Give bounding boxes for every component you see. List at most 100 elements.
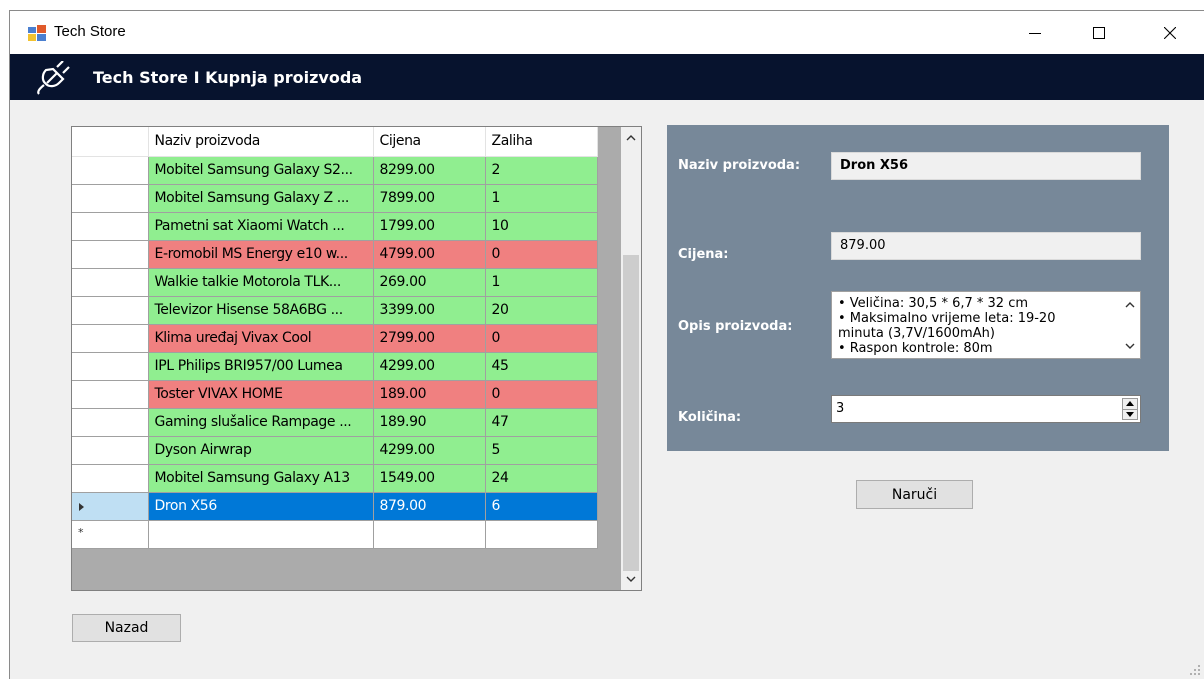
maximize-button[interactable] [1076,11,1122,54]
cell-price[interactable]: 8299.00 [373,156,486,185]
cell-price[interactable]: 2799.00 [373,324,486,353]
page-title: Tech Store I Kupnja proizvoda [93,68,363,87]
back-button[interactable]: Nazad [72,614,181,642]
close-button[interactable] [1147,11,1193,54]
cell-price[interactable]: 3399.00 [373,296,486,325]
row-header[interactable] [72,324,149,353]
row-header[interactable] [72,268,149,297]
cell-name[interactable]: Pametni sat Xiaomi Watch ... [148,212,374,241]
row-header[interactable]: * [72,520,149,549]
table-row[interactable]: Mobitel Samsung Galaxy A13 1549.00 24 [72,464,598,493]
scroll-thumb[interactable] [623,255,639,571]
table-row[interactable]: Pametni sat Xiaomi Watch ... 1799.00 10 [72,212,598,241]
quantity-stepper[interactable]: 3 [831,395,1141,423]
cell-price[interactable]: 879.00 [373,492,486,521]
cell-stock[interactable]: 0 [485,380,598,409]
new-row[interactable]: * [72,520,598,549]
price-field[interactable]: 879.00 [831,232,1141,260]
cell-price[interactable]: 7899.00 [373,184,486,213]
table-row[interactable]: Toster VIVAX HOME 189.00 0 [72,380,598,409]
table-row[interactable]: E-romobil MS Energy e10 w... 4799.00 0 [72,240,598,269]
maximize-icon [1093,26,1105,39]
cell-stock[interactable]: 1 [485,268,598,297]
row-header[interactable] [72,212,149,241]
cell-name[interactable]: Mobitel Samsung Galaxy A13 [148,464,374,493]
cell-price[interactable]: 4299.00 [373,352,486,381]
column-header-price[interactable]: Cijena [373,127,486,157]
cell-stock[interactable]: 2 [485,156,598,185]
table-row[interactable]: IPL Philips BRI957/00 Lumea 4299.00 45 [72,352,598,381]
cell-name[interactable]: Gaming slušalice Rampage ... [148,408,374,437]
cell-stock[interactable]: 1 [485,184,598,213]
grid-scrollbar[interactable] [621,127,641,590]
empty-cell[interactable] [485,520,598,549]
row-header[interactable] [72,380,149,409]
cell-stock[interactable]: 0 [485,240,598,269]
row-header[interactable] [72,464,149,493]
cell-stock[interactable]: 20 [485,296,598,325]
chevron-down-icon [1125,343,1135,349]
cell-name[interactable]: Dyson Airwrap [148,436,374,465]
cell-stock[interactable]: 24 [485,464,598,493]
table-row[interactable]: Mobitel Samsung Galaxy Z ... 7899.00 1 [72,184,598,213]
cell-name[interactable]: Toster VIVAX HOME [148,380,374,409]
cell-stock[interactable]: 10 [485,212,598,241]
description-scrollbar[interactable] [1120,292,1140,358]
cell-price[interactable]: 4799.00 [373,240,486,269]
window-title: Tech Store [54,23,126,40]
row-header-corner[interactable] [72,127,149,157]
row-header[interactable] [72,156,149,185]
row-header[interactable] [72,352,149,381]
row-header[interactable] [72,240,149,269]
arrow-up-icon[interactable] [1126,401,1134,406]
cell-name[interactable]: Dron X56 [148,492,374,521]
table-row[interactable]: Mobitel Samsung Galaxy S2... 8299.00 2 [72,156,598,185]
empty-cell[interactable] [148,520,374,549]
cell-name[interactable]: Televizor Hisense 58A6BG ... [148,296,374,325]
scroll-up-button[interactable] [621,129,641,147]
product-name-field[interactable]: Dron X56 [831,152,1141,180]
table-row[interactable]: Klima uređaj Vivax Cool 2799.00 0 [72,324,598,353]
cell-name[interactable]: IPL Philips BRI957/00 Lumea [148,352,374,381]
chevron-up-icon [1125,302,1135,308]
column-header-stock[interactable]: Zaliha [485,127,598,157]
cell-price[interactable]: 269.00 [373,268,486,297]
cell-stock[interactable]: 6 [485,492,598,521]
cell-name[interactable]: Walkie talkie Motorola TLK... [148,268,374,297]
arrow-down-icon[interactable] [1126,412,1134,417]
row-header[interactable] [72,184,149,213]
cell-price[interactable]: 1549.00 [373,464,486,493]
cell-stock[interactable]: 47 [485,408,598,437]
row-header[interactable] [72,296,149,325]
resize-grip-icon[interactable] [1190,665,1200,675]
cell-price[interactable]: 1799.00 [373,212,486,241]
products-grid[interactable]: Naziv proizvoda Cijena Zaliha Mobitel Sa… [71,126,642,591]
row-header[interactable] [72,492,149,521]
cell-name[interactable]: Mobitel Samsung Galaxy Z ... [148,184,374,213]
title-bar[interactable]: Tech Store [10,11,1204,54]
column-header-name[interactable]: Naziv proizvoda [148,127,374,157]
cell-price[interactable]: 4299.00 [373,436,486,465]
cell-stock[interactable]: 45 [485,352,598,381]
cell-stock[interactable]: 5 [485,436,598,465]
table-row[interactable]: Dron X56 879.00 6 [72,492,598,521]
description-line: • Maksimalno vrijeme leta: 19-20 [838,311,1056,326]
row-header[interactable] [72,436,149,465]
cell-price[interactable]: 189.00 [373,380,486,409]
quantity-spin-buttons[interactable] [1122,398,1138,420]
table-row[interactable]: Televizor Hisense 58A6BG ... 3399.00 20 [72,296,598,325]
table-row[interactable]: Gaming slušalice Rampage ... 189.90 47 [72,408,598,437]
table-row[interactable]: Walkie talkie Motorola TLK... 269.00 1 [72,268,598,297]
row-header[interactable] [72,408,149,437]
description-textarea[interactable]: • Veličina: 30,5 * 6,7 * 32 cm • Maksima… [831,291,1141,359]
cell-price[interactable]: 189.90 [373,408,486,437]
cell-stock[interactable]: 0 [485,324,598,353]
cell-name[interactable]: Mobitel Samsung Galaxy S2... [148,156,374,185]
empty-cell[interactable] [373,520,486,549]
cell-name[interactable]: E-romobil MS Energy e10 w... [148,240,374,269]
cell-name[interactable]: Klima uređaj Vivax Cool [148,324,374,353]
table-row[interactable]: Dyson Airwrap 4299.00 5 [72,436,598,465]
order-button[interactable]: Naruči [856,480,973,509]
scroll-down-button[interactable] [621,570,641,588]
minimize-button[interactable] [1012,11,1058,54]
